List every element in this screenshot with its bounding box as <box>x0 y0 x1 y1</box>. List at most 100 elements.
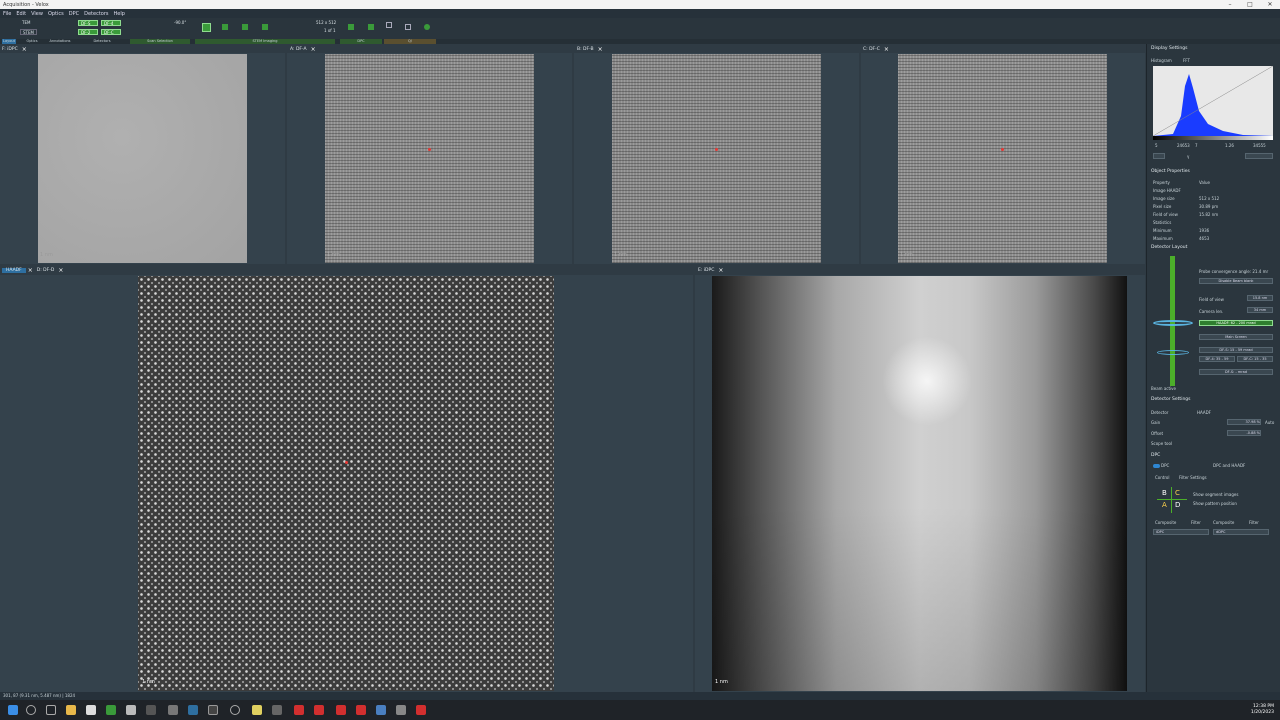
pdf-icon[interactable] <box>416 705 426 715</box>
auto-contrast-button[interactable] <box>1153 153 1165 159</box>
haadf-image[interactable] <box>138 276 554 691</box>
menu-dpc[interactable]: DPC <box>69 11 79 17</box>
settings-icon[interactable] <box>424 24 430 30</box>
idpc-image[interactable] <box>38 54 247 263</box>
app-icon[interactable] <box>396 705 406 715</box>
task-view-icon[interactable] <box>46 705 56 715</box>
df-c-image[interactable] <box>898 54 1107 263</box>
ddpc-output-select[interactable]: dDPC <box>1213 529 1269 535</box>
close-icon[interactable]: × <box>22 46 27 53</box>
download-icon[interactable] <box>126 705 136 715</box>
df-2-button[interactable]: DF-2 <box>78 29 98 35</box>
df-4-button[interactable]: DF-4 <box>101 20 121 26</box>
menu-optics[interactable]: Optics <box>48 11 64 17</box>
viewer-tab-b[interactable]: B: DF-B × <box>577 45 603 53</box>
histogram-tab[interactable]: Histogram <box>1151 58 1172 63</box>
app-icon[interactable] <box>168 705 178 715</box>
app-icon[interactable] <box>314 705 324 715</box>
app-icon[interactable] <box>376 705 386 715</box>
filter-checkbox-1[interactable]: Filter <box>1191 520 1201 525</box>
viewer-c-df[interactable]: 1 nm <box>861 53 1145 264</box>
show-segment-checkbox[interactable]: Show segment images <box>1193 492 1238 497</box>
scan-play-icon[interactable] <box>202 23 211 32</box>
viewer-tab-a[interactable]: A: DF-A × <box>290 45 316 53</box>
app-icon[interactable] <box>336 705 346 715</box>
histogram-plot[interactable] <box>1153 66 1273 136</box>
close-icon[interactable]: × <box>718 267 723 274</box>
segment-d[interactable]: D <box>1175 501 1180 509</box>
maximize-button[interactable]: □ <box>1240 0 1260 9</box>
menu-detectors[interactable]: Detectors <box>84 11 108 17</box>
offset-field[interactable]: -0.88 % <box>1227 430 1261 436</box>
menu-edit[interactable]: Edit <box>16 11 26 17</box>
window-icon[interactable] <box>405 24 411 30</box>
app-icon[interactable] <box>356 705 366 715</box>
close-icon[interactable]: × <box>884 46 889 53</box>
menu-file[interactable]: File <box>3 11 11 17</box>
menu-help[interactable]: Help <box>114 11 125 17</box>
close-button[interactable]: ✕ <box>1260 0 1280 9</box>
disable-blank-button[interactable]: Disable Beam blank <box>1199 278 1273 284</box>
display-settings-header[interactable]: Display Settings <box>1151 46 1187 51</box>
idpc-large-image[interactable] <box>712 276 1127 691</box>
close-icon[interactable]: × <box>598 46 603 53</box>
segment-c[interactable]: C <box>1175 489 1180 497</box>
detector-layout-header[interactable]: Detector Layout <box>1151 245 1187 250</box>
clock[interactable]: 12:38 PM 1/20/2023 <box>1251 704 1274 716</box>
minimize-button[interactable]: – <box>1220 0 1240 9</box>
ribbon-group-layout[interactable]: Layout <box>2 39 16 44</box>
df-s-off-button[interactable]: DF-S: - mrad <box>1199 369 1273 375</box>
stem-mode-button[interactable]: STEM <box>20 29 37 35</box>
camera-length-field[interactable]: 34 mm <box>1247 307 1273 313</box>
df-s-button[interactable]: DF-S <box>78 20 98 26</box>
df-c-range-button[interactable]: DF-C: 15 - 35 <box>1237 356 1273 362</box>
segment-a[interactable]: A <box>1162 501 1167 509</box>
notepad-icon[interactable] <box>86 705 96 715</box>
viewer-tab-haadf[interactable]: HAADF × D: DF-D × <box>2 266 63 274</box>
close-icon[interactable]: × <box>311 46 316 53</box>
frame-count-field[interactable]: 1 of 1 <box>322 28 338 34</box>
ribbon-group-dpc[interactable]: DPC <box>340 39 382 44</box>
haadf-range-button[interactable]: HAADF: 62 - 200 mrad <box>1199 320 1273 326</box>
app-icon[interactable] <box>272 705 282 715</box>
dpc-header[interactable]: DPC <box>1151 453 1160 458</box>
scan-series-icon[interactable] <box>262 24 268 30</box>
gain-field[interactable]: 37.98 % <box>1227 419 1261 425</box>
ribbon-group-annotations[interactable]: Annotations <box>44 39 76 44</box>
close-icon[interactable]: × <box>58 267 63 274</box>
dpc-series-icon[interactable] <box>368 24 374 30</box>
app-icon[interactable] <box>208 705 218 715</box>
rotation-field[interactable]: -90.0° <box>172 20 188 26</box>
viewer-tab-c[interactable]: C: DF-C × <box>863 45 889 53</box>
scan-single-icon[interactable] <box>242 24 248 30</box>
composite-checkbox-1[interactable]: Composite <box>1155 520 1176 525</box>
viewer-haadf[interactable]: 1 nm <box>0 275 693 692</box>
detector-settings-header[interactable]: Detector Settings <box>1151 397 1191 402</box>
menu-view[interactable]: View <box>31 11 43 17</box>
app-icon[interactable] <box>252 705 262 715</box>
fft-tab[interactable]: FFT <box>1183 58 1190 63</box>
fov-field[interactable]: 15.8 nm <box>1247 295 1273 301</box>
composite-checkbox-2[interactable]: Composite <box>1213 520 1234 525</box>
file-explorer-icon[interactable] <box>66 705 76 715</box>
idpc-output-select[interactable]: iDPC <box>1153 529 1209 535</box>
object-properties-header[interactable]: Object Properties <box>1151 169 1190 174</box>
app-icon[interactable] <box>230 705 240 715</box>
control-tab[interactable]: Control <box>1155 475 1169 480</box>
ribbon-group-scan[interactable]: Scan Selection <box>130 39 190 44</box>
gain-auto-checkbox[interactable]: Auto <box>1265 420 1274 425</box>
ribbon-group-q[interactable]: Q/ <box>384 39 436 44</box>
viewer-b-df[interactable]: 1 nm <box>574 53 859 264</box>
ribbon-group-stem[interactable]: STEM Imaging <box>195 39 335 44</box>
filter-checkbox-2[interactable]: Filter <box>1249 520 1259 525</box>
search-icon[interactable] <box>26 705 36 715</box>
df-c-button[interactable]: DF-C <box>101 29 121 35</box>
segment-selector[interactable]: B C A D <box>1157 487 1187 513</box>
df-s-range-button[interactable]: DF-S: 15 - 59 mrad <box>1199 347 1273 353</box>
dpc-combo-select[interactable]: DPC and HAADF <box>1213 463 1245 468</box>
app-icon[interactable] <box>146 705 156 715</box>
show-pattern-checkbox[interactable]: Show pattern position <box>1193 501 1237 506</box>
main-screen-button[interactable]: Main Screen <box>1199 334 1273 340</box>
filter-settings-tab[interactable]: Filter Settings <box>1179 475 1207 480</box>
app-icon[interactable] <box>106 705 116 715</box>
